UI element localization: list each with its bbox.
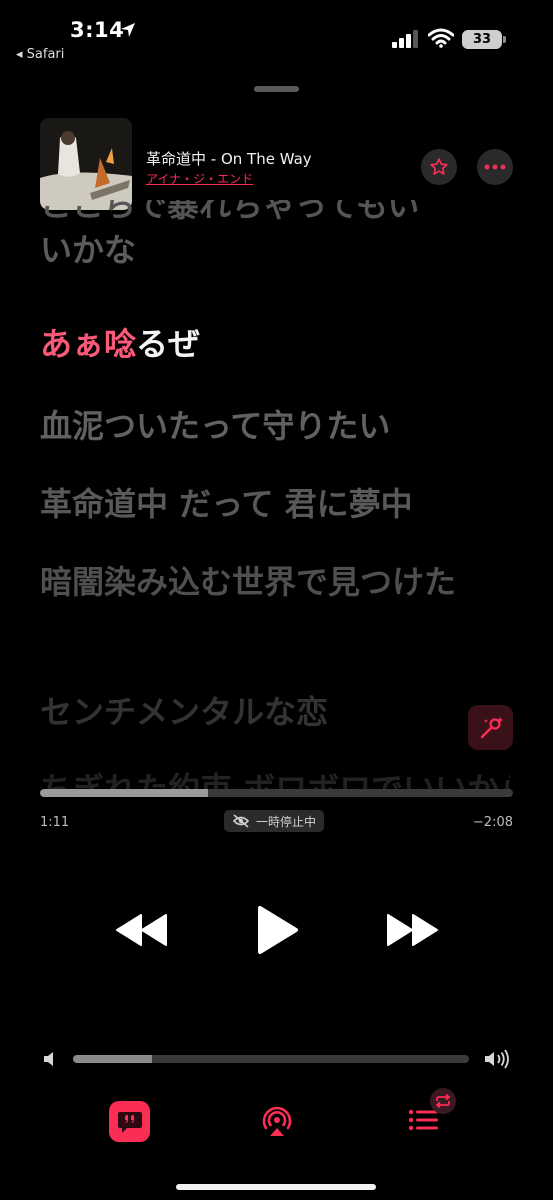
location-arrow-icon	[121, 23, 135, 37]
volume-low-icon	[44, 1052, 53, 1066]
lyric-line[interactable]: 暗闇染み込む世界で見つけた	[40, 558, 510, 606]
lyric-line-previous[interactable]: ここらで暴れちゃってもい いかな	[40, 200, 510, 274]
star-icon	[430, 158, 448, 175]
lyric-unsung-part: るぜ	[136, 325, 201, 363]
remaining-time: −2:08	[472, 815, 513, 830]
rewind-icon[interactable]	[115, 913, 169, 947]
favorite-button[interactable]	[421, 149, 457, 185]
lyrics-button[interactable]	[109, 1101, 150, 1142]
more-options-button[interactable]	[477, 149, 513, 185]
sing-icon	[480, 716, 503, 738]
airplay-icon[interactable]	[260, 1104, 294, 1138]
more-icon	[484, 164, 506, 170]
fast-forward-icon[interactable]	[385, 913, 439, 947]
album-artwork[interactable]	[40, 118, 132, 210]
play-icon[interactable]	[256, 905, 300, 955]
elapsed-time: 1:11	[40, 815, 70, 830]
signal-icon	[392, 30, 418, 48]
battery-indicator: 33	[462, 30, 502, 49]
artist-link[interactable]: アイナ・ジ・エンド	[146, 170, 253, 187]
lyric-line-previous-text: いかな	[40, 231, 137, 269]
repeat-icon	[435, 1094, 451, 1108]
lyrics-icon	[117, 1111, 142, 1133]
battery-cap	[503, 36, 506, 43]
status-time: 3:14	[70, 18, 125, 42]
album-artwork-image	[40, 118, 132, 210]
wifi-icon	[428, 28, 454, 48]
paused-badge: 一時停止中	[224, 810, 325, 832]
song-title: 革命道中 - On The Way	[146, 150, 312, 168]
sheet-grabber[interactable]	[254, 86, 299, 92]
volume-slider[interactable]	[73, 1055, 469, 1063]
lyric-line[interactable]: 革命道中 だって 君に夢中	[40, 480, 510, 528]
sing-button[interactable]	[468, 705, 513, 750]
repeat-badge[interactable]	[430, 1088, 456, 1114]
lyric-line-active[interactable]: あぁ唸るぜ	[40, 320, 510, 368]
back-to-safari-link[interactable]: ◂ Safari	[16, 47, 64, 62]
home-indicator[interactable]	[176, 1184, 376, 1190]
lyric-line-previous-cut: ここらで暴れちゃってもい	[40, 200, 420, 224]
lyric-line[interactable]: センチメンタルな恋	[40, 688, 510, 736]
paused-label: 一時停止中	[256, 814, 317, 829]
volume-high-icon	[485, 1049, 509, 1069]
lyric-line[interactable]: ちぎれた約束 ボロボロでいいから	[40, 765, 510, 789]
lyrics-paused-icon	[232, 814, 250, 828]
lyric-sung-part: あぁ唸	[40, 325, 137, 363]
volume-slider-fill	[73, 1055, 153, 1063]
lyric-line[interactable]: 血泥ついたって守りたい	[40, 402, 510, 450]
playback-progress-fill	[40, 789, 208, 797]
playback-scrubber[interactable]	[40, 789, 513, 797]
